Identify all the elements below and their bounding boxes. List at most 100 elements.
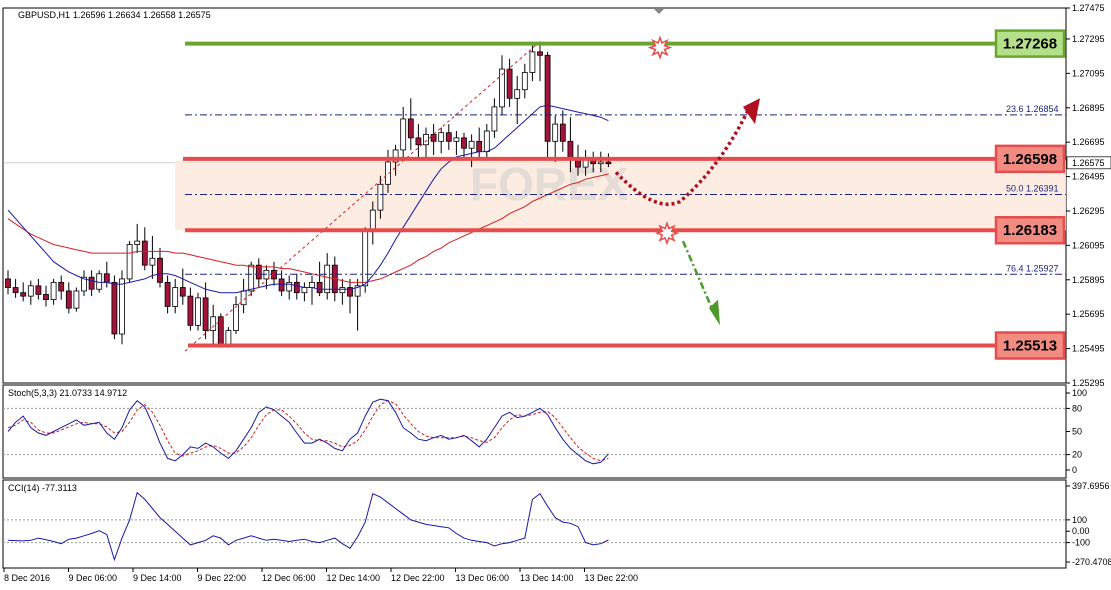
cci-label: CCI(14) -77.3113: [8, 483, 77, 493]
price-axis-label: 1.25695: [1072, 309, 1105, 319]
price-axis-label: 1.27095: [1072, 68, 1105, 78]
stoch-axis-label: 20: [1072, 450, 1082, 460]
candle-body: [301, 287, 308, 294]
grid-layer: [2, 7, 1067, 569]
stoch-label: Stoch(5,3,3) 21.0733 14.9712: [8, 388, 127, 398]
candle-body: [514, 89, 521, 99]
price-axis-label: 1.26295: [1072, 206, 1105, 216]
stoch-axis-label: 100: [1072, 388, 1087, 398]
candle-body: [324, 264, 331, 294]
candle-body: [5, 278, 11, 288]
candle-body: [35, 285, 42, 295]
candle-body: [126, 244, 133, 280]
candle-body: [559, 123, 566, 142]
candle-body: [88, 276, 95, 290]
time-axis-label: 9 Dec 14:00: [133, 573, 182, 583]
time-axis-label: 13 Dec 14:00: [520, 573, 574, 583]
level-label: 1.26183: [1003, 222, 1057, 239]
candle-body: [50, 281, 57, 300]
stoch-axis-label: 80: [1072, 403, 1082, 413]
candle-body: [210, 316, 217, 331]
candle-body: [233, 304, 239, 331]
candle-body: [179, 287, 186, 297]
candle-body: [339, 287, 346, 294]
stoch-axis-label: 0: [1072, 465, 1077, 475]
price-axis-label: 1.25895: [1072, 275, 1105, 285]
candle-body: [149, 257, 156, 266]
cci-axis-label: 397.6956: [1072, 481, 1110, 491]
burst-icon: [654, 220, 680, 246]
candle-body: [529, 51, 536, 73]
time-axis-label: 13 Dec 06:00: [456, 573, 510, 583]
candle-body: [309, 281, 315, 288]
level-label: 1.27268: [1003, 36, 1057, 53]
fib-label: 23.6 1.26854: [1006, 104, 1059, 114]
candle-body: [195, 297, 201, 326]
candle-body: [134, 240, 141, 245]
fib-label: 76.4 1.25927: [1006, 263, 1059, 273]
fib-label: 50.0 1.26391: [1006, 183, 1059, 193]
candle-body: [157, 257, 163, 283]
candle-body: [27, 285, 34, 297]
candle-body: [43, 294, 49, 300]
candle-body: [377, 183, 384, 211]
candle-body: [217, 316, 224, 345]
watermark: FOREX: [470, 158, 629, 210]
stoch-axis-label: 50: [1072, 427, 1082, 437]
level-label: 1.25513: [1003, 338, 1057, 355]
time-axis-label: 9 Dec 22:00: [198, 573, 247, 583]
price-axis-label: 1.26095: [1072, 240, 1105, 250]
candle-body: [506, 68, 513, 99]
candle-body: [172, 287, 179, 307]
candle-body: [362, 230, 369, 287]
time-axis-label: 12 Dec 06:00: [262, 573, 316, 583]
burst-shape: [654, 220, 680, 246]
time-axis-label: 8 Dec 2016: [4, 573, 50, 583]
candle-body: [461, 137, 467, 149]
candle-body: [20, 292, 27, 297]
candle-body: [316, 281, 323, 294]
candle-body: [278, 278, 285, 292]
candle-body: [65, 290, 72, 309]
candle-body: [468, 140, 475, 149]
burst-icon: [647, 35, 673, 60]
cci-axis-label: 100: [1072, 515, 1087, 525]
cci-axis-label: -100: [1072, 538, 1090, 548]
candle-body: [407, 118, 414, 139]
candle-body: [12, 287, 19, 294]
candle-body: [119, 278, 125, 335]
price-axis-label: 1.25495: [1072, 344, 1105, 354]
stoch-panel-frame: [2, 384, 1067, 479]
cci-axis-label: 0.00: [1072, 526, 1090, 536]
candle-body: [103, 273, 110, 283]
candle-body: [202, 297, 209, 331]
candle-body: [164, 281, 171, 307]
candle-body: [58, 281, 65, 292]
candle-body: [476, 140, 483, 153]
candle-body: [544, 54, 551, 142]
price-axis-label: 1.27475: [1072, 3, 1105, 13]
candle-body: [225, 330, 232, 345]
candle-body: [141, 240, 148, 266]
price-axis-label: 1.25295: [1072, 378, 1105, 388]
price-axis-label: 1.26695: [1072, 137, 1105, 147]
candle-body: [187, 295, 194, 326]
candle-body: [552, 123, 559, 142]
candle-body: [483, 130, 490, 153]
candle-body: [111, 281, 118, 335]
candle-body: [537, 51, 543, 56]
ohlc-label: 1.26596 1.26634 1.26558 1.26575: [73, 10, 211, 20]
burst-shape: [647, 35, 673, 60]
candle-body: [605, 161, 612, 165]
candle-body: [248, 264, 255, 292]
candle-body: [293, 281, 300, 294]
candle-body: [521, 72, 528, 91]
candle-body: [438, 132, 445, 142]
symbol-label: GBPUSD,H1: [18, 10, 70, 20]
current-price-label: 1.26575: [1072, 158, 1105, 168]
level-label: 1.26598: [1003, 151, 1057, 168]
candle-body: [73, 290, 80, 309]
chart-canvas[interactable]: FOREX 23.6 1.26854 50.0 1.26391 76.4 1.259…: [0, 0, 1111, 590]
candle-body: [369, 209, 376, 232]
cci-panel-frame: [2, 479, 1067, 569]
